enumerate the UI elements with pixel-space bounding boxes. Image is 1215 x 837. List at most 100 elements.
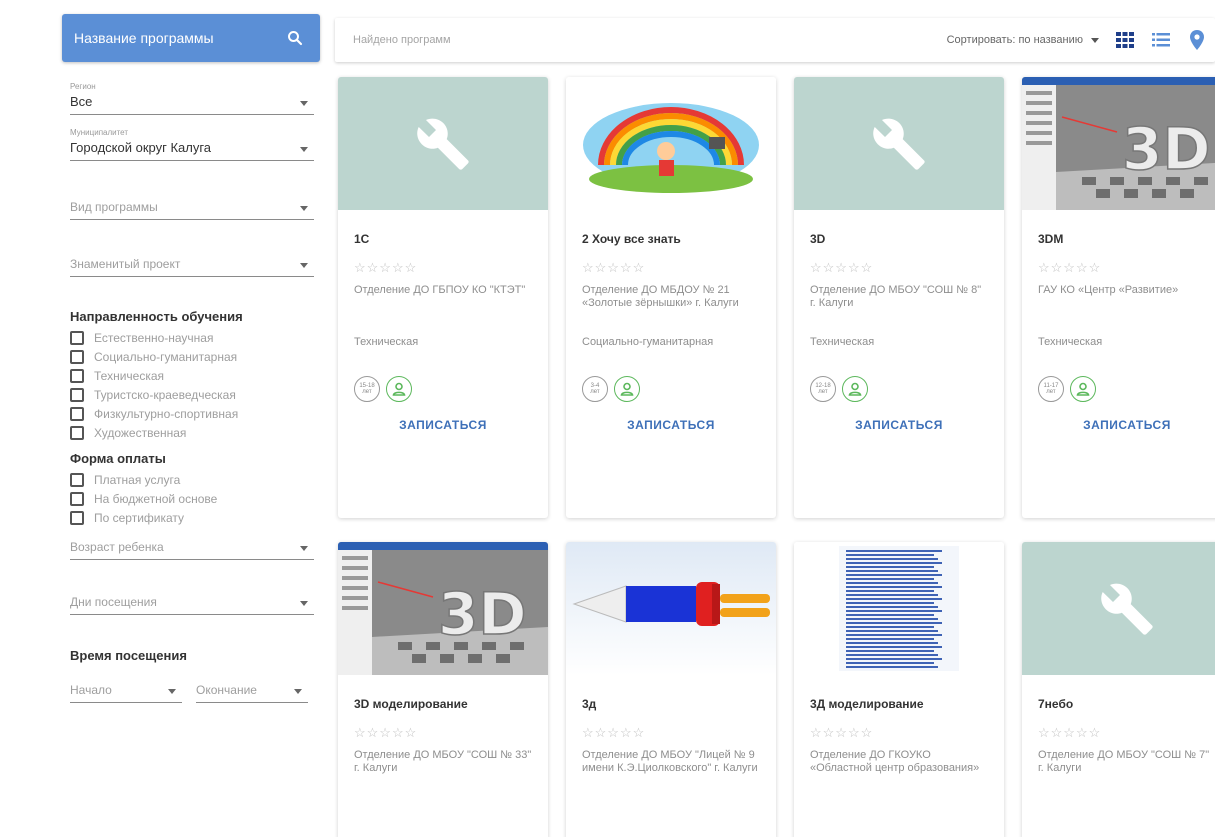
program-card[interactable]: 3D ☆☆☆☆☆ Отделение ДО МБОУ "СОШ № 8" г. Ка… (794, 77, 1004, 518)
visit-days-select[interactable]: Дни посещения (70, 592, 314, 615)
program-title[interactable]: 1С (354, 232, 532, 248)
user-badge (842, 376, 868, 402)
results-search-input[interactable]: Найдено программ (353, 34, 451, 46)
start-placeholder: Начало (70, 683, 112, 697)
checkbox[interactable] (70, 510, 84, 525)
map-view-button[interactable] (1185, 28, 1209, 52)
filter-checkbox-option[interactable]: По сертификату (70, 508, 314, 527)
payment-checkbox-list: Платная услуга На бюджетной основе По серт… (70, 470, 314, 527)
organization-name: Отделение ДО МБОУ "СОШ № 7" г. Калуги (1038, 749, 1210, 774)
enroll-button[interactable]: ЗАПИСАТЬСЯ (1038, 418, 1215, 432)
project-select[interactable]: Знаменитый проект (70, 254, 314, 277)
checkbox[interactable] (70, 491, 84, 506)
program-title[interactable]: 3DM (1038, 232, 1215, 248)
chevron-down-icon (294, 689, 302, 694)
card-body: 3Д моделирование ☆☆☆☆☆ Отделение ДО ГКОУКО… (794, 697, 1004, 801)
rating-stars[interactable]: ☆☆☆☆☆ (354, 725, 532, 741)
program-thumbnail[interactable] (1022, 542, 1215, 675)
3d-software-screenshot: 3D (1022, 77, 1215, 210)
organization-name: Отделение ДО МБДОУ № 21 «Золотые зёрнышк… (582, 284, 739, 309)
filter-checkbox-option[interactable]: Физкультурно-спортивная (70, 404, 314, 423)
program-card[interactable]: 1С ☆☆☆☆☆ Отделение ДО ГБПОУ КО "КТЭТ" Техни… (338, 77, 548, 518)
rating-stars[interactable]: ☆☆☆☆☆ (810, 725, 988, 741)
chevron-down-icon (300, 147, 308, 152)
program-title[interactable]: 2 Хочу все знать (582, 232, 760, 248)
region-select[interactable]: Регион Все (70, 82, 314, 115)
svg-text:3D: 3D (1122, 115, 1211, 183)
program-thumbnail[interactable] (566, 77, 776, 210)
program-card[interactable]: 2 Хочу все знать ☆☆☆☆☆ Отделение ДО МБДОУ … (566, 77, 776, 518)
chevron-down-icon[interactable] (1091, 37, 1099, 43)
region-label: Регион (70, 82, 96, 91)
age-unit: лет (590, 389, 600, 395)
checkbox[interactable] (70, 406, 84, 421)
sort-select[interactable]: Сортировать: по названию (947, 34, 1083, 46)
rating-stars[interactable]: ☆☆☆☆☆ (1038, 260, 1215, 276)
program-card[interactable]: 3D 3DM ☆☆☆☆☆ ГАУ КО «Центр «Развитие» Технич… (1022, 77, 1215, 518)
checkbox[interactable] (70, 330, 84, 345)
enroll-button[interactable]: ЗАПИСАТЬСЯ (582, 418, 760, 432)
program-card[interactable]: 3Д моделирование ☆☆☆☆☆ Отделение ДО ГКОУКО… (794, 542, 1004, 837)
program-type-select[interactable]: Вид программы (70, 197, 314, 220)
program-thumbnail[interactable]: 3D (338, 542, 548, 675)
checkbox[interactable] (70, 472, 84, 487)
child-age-select[interactable]: Возраст ребенка (70, 537, 314, 560)
program-thumbnail[interactable] (794, 77, 1004, 210)
checkbox[interactable] (70, 349, 84, 364)
user-badge (386, 376, 412, 402)
checkbox-label: Техническая (94, 368, 165, 383)
card-body: 3D ☆☆☆☆☆ Отделение ДО МБОУ "СОШ № 8" г. Ка… (794, 232, 1004, 432)
filter-checkbox-option[interactable]: Туристско-краеведческая (70, 385, 314, 404)
program-card[interactable]: 3D 3D моделирование ☆☆☆☆☆ Отделение ДО МБОУ… (338, 542, 548, 837)
checkbox[interactable] (70, 425, 84, 440)
organization-name: Отделение ДО МБОУ "Лицей № 9 имени К.Э.Ц… (582, 749, 758, 774)
enroll-button[interactable]: ЗАПИСАТЬСЯ (354, 418, 532, 432)
checkbox[interactable] (70, 368, 84, 383)
program-title[interactable]: 3D (810, 232, 988, 248)
visit-days-placeholder: Дни посещения (70, 595, 157, 609)
list-view-button[interactable] (1149, 28, 1173, 52)
program-thumbnail[interactable]: 3D (1022, 77, 1215, 210)
program-title[interactable]: 3Д моделирование (810, 697, 988, 713)
end-time-select[interactable]: Окончание (196, 680, 308, 703)
program-card[interactable]: 7небо ☆☆☆☆☆ Отделение ДО МБОУ "СОШ № 7" г.… (1022, 542, 1215, 837)
rating-stars[interactable]: ☆☆☆☆☆ (810, 260, 988, 276)
enroll-button[interactable]: ЗАПИСАТЬСЯ (810, 418, 988, 432)
card-body: 3DM ☆☆☆☆☆ ГАУ КО «Центр «Развитие» Техничес… (1022, 232, 1215, 432)
program-name-search[interactable]: Название программы (62, 14, 320, 62)
program-name-label: Название программы (74, 30, 214, 46)
grid-view-button[interactable] (1113, 28, 1137, 52)
program-thumbnail[interactable] (794, 542, 1004, 675)
age-unit: лет (818, 389, 828, 395)
filter-checkbox-option[interactable]: Платная услуга (70, 470, 314, 489)
program-thumbnail[interactable] (338, 77, 548, 210)
rating-stars[interactable]: ☆☆☆☆☆ (354, 260, 532, 276)
start-time-select[interactable]: Начало (70, 680, 182, 703)
program-title[interactable]: 3д (582, 697, 760, 713)
filter-checkbox-option[interactable]: Художественная (70, 423, 314, 442)
user-icon (1076, 382, 1090, 396)
program-thumbnail[interactable] (566, 542, 776, 675)
rating-stars[interactable]: ☆☆☆☆☆ (582, 260, 760, 276)
program-title[interactable]: 3D моделирование (354, 697, 532, 713)
program-direction: Техническая (810, 336, 875, 348)
search-icon[interactable] (286, 29, 304, 47)
rainbow-picture (566, 77, 776, 210)
filter-checkbox-option[interactable]: Техническая (70, 366, 314, 385)
chevron-down-icon (300, 263, 308, 268)
filter-checkbox-option[interactable]: На бюджетной основе (70, 489, 314, 508)
program-card[interactable]: 3д ☆☆☆☆☆ Отделение ДО МБОУ "Лицей № 9 имен… (566, 542, 776, 837)
filter-checkbox-option[interactable]: Социально-гуманитарная (70, 347, 314, 366)
program-title[interactable]: 7небо (1038, 697, 1215, 713)
checkbox-label: На бюджетной основе (94, 491, 218, 506)
filter-checkbox-option[interactable]: Естественно-научная (70, 328, 314, 347)
organization-name: Отделение ДО МБОУ "СОШ № 8" г. Калуги (810, 284, 982, 309)
map-pin-icon (1190, 30, 1204, 50)
rating-stars[interactable]: ☆☆☆☆☆ (582, 725, 760, 741)
checkbox[interactable] (70, 387, 84, 402)
municipality-select[interactable]: Муниципалитет Городской округ Калуга (70, 128, 314, 161)
checkbox-label: По сертификату (94, 510, 185, 525)
program-direction: Техническая (1038, 336, 1103, 348)
card-body: 3д ☆☆☆☆☆ Отделение ДО МБОУ "Лицей № 9 имен… (566, 697, 776, 801)
rating-stars[interactable]: ☆☆☆☆☆ (1038, 725, 1215, 741)
